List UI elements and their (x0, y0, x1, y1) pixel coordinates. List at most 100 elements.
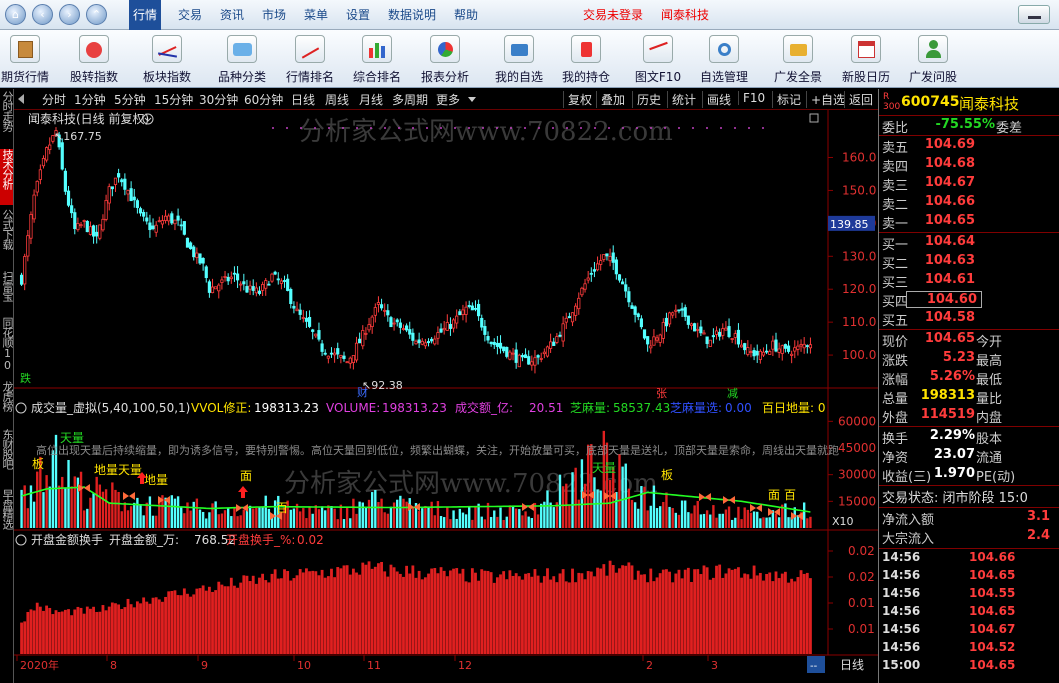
period-label-button[interactable]: 日线 (840, 658, 864, 672)
candle-body (430, 338, 434, 342)
candle-mark: 财 (357, 385, 368, 399)
period-1min[interactable]: 1分钟 (74, 91, 106, 108)
vtab-formula-download[interactable]: 公式下载 (0, 209, 14, 265)
volume-bar (48, 486, 51, 528)
collapse-icon[interactable]: ⌃ (86, 4, 107, 25)
back-icon[interactable]: ‹ (32, 4, 53, 25)
candle-body (721, 328, 725, 336)
toolbar-sector-index-button[interactable]: 板块指数 (134, 30, 200, 88)
toolbar-ipo-calendar-button[interactable]: 新股日历 (833, 30, 899, 88)
volume-bar (92, 493, 95, 528)
home-icon[interactable]: ⌂ (5, 4, 26, 25)
period-daily[interactable]: 日线 (291, 91, 315, 108)
minimize-button[interactable] (1018, 5, 1050, 24)
period-timeshare[interactable]: 分时 (42, 91, 66, 108)
vtab-dragon-tiger[interactable]: 龙虎榜 (0, 381, 14, 423)
turnover-bar (57, 612, 61, 654)
volume-bar (374, 490, 377, 528)
turnover-bar (605, 575, 609, 654)
volume-bar (743, 507, 746, 528)
finance-row: 收益(三) 1.970 PE(动) (882, 466, 1016, 485)
volume-bar (586, 444, 590, 528)
toolbar-report-button[interactable]: 报表分析 (412, 30, 478, 88)
toolbar-ask-button[interactable]: 广发问股 (900, 30, 966, 88)
tool-add-watch[interactable]: +自选 (806, 91, 845, 108)
menu-market[interactable]: 市场 (258, 0, 290, 30)
tool-overlay[interactable]: 叠加 (596, 91, 625, 108)
turnover-bar (696, 569, 700, 654)
toolbar-futures-button[interactable]: 期货行情 (0, 30, 58, 88)
vtab-ths10[interactable]: 同花顺10 (0, 317, 14, 373)
left-vertical-tabs: 分时走势 技术分析 公式下载 扫雷宝 同花顺10 龙虎榜 东财股吧 早盘精选 (0, 89, 14, 683)
candle-body (217, 284, 221, 292)
tool-adjust[interactable]: 复权 (563, 91, 592, 108)
turnover-bar (148, 603, 152, 654)
scroll-left-icon[interactable] (18, 94, 24, 104)
menu-trade[interactable]: 交易 (174, 0, 206, 30)
candle-body (652, 336, 656, 346)
tool-draw[interactable]: 画线 (702, 91, 731, 108)
turnover-bar (198, 588, 202, 654)
volume-bar (774, 513, 778, 528)
period-15min[interactable]: 15分钟 (154, 91, 193, 108)
menu-news[interactable]: 资讯 (216, 0, 248, 30)
toolbar-category-button[interactable]: 品种分类 (209, 30, 275, 88)
volume-bar (468, 507, 471, 528)
volume-bar (233, 508, 236, 528)
vtab-intraday[interactable]: 分时走势 (0, 91, 14, 147)
menu-data-info[interactable]: 数据说明 (384, 0, 440, 30)
vtab-minesweeper[interactable]: 扫雷宝 (0, 271, 14, 313)
toolbar-overview-button[interactable]: 广发全景 (765, 30, 831, 88)
turnover-bar (120, 609, 124, 654)
toolbar-composite-ranking-button[interactable]: 综合排名 (344, 30, 410, 88)
tool-back[interactable]: 返回 (844, 91, 873, 108)
tool-f10[interactable]: F10 (738, 91, 765, 105)
turnover-bar (386, 576, 390, 654)
turnover-bar (495, 577, 499, 654)
toolbar-ranking-button[interactable]: 行情排名 (277, 30, 343, 88)
volume-bar (42, 492, 45, 528)
toolbar-watchlist-manage-button[interactable]: 自选管理 (691, 30, 757, 88)
period-5min[interactable]: 5分钟 (114, 91, 146, 108)
candle-body (195, 252, 199, 258)
forward-icon[interactable]: › (59, 4, 80, 25)
period-weekly[interactable]: 周线 (325, 91, 349, 108)
menu-help[interactable]: 帮助 (450, 0, 482, 30)
turnover-bar (724, 573, 728, 654)
toolbar-f10-button[interactable]: 图文F10 (625, 30, 691, 88)
candle-body (514, 349, 518, 363)
menu-menu[interactable]: 菜单 (300, 0, 332, 30)
period-multi[interactable]: 多周期 (392, 91, 428, 108)
period-more-chevron-icon[interactable] (468, 97, 476, 102)
candle-body (592, 269, 597, 272)
turnover-bar (323, 577, 327, 654)
period-monthly[interactable]: 月线 (359, 91, 383, 108)
period-more[interactable]: 更多 (436, 91, 460, 108)
volume-bar (540, 503, 543, 528)
vtab-technical[interactable]: 技术分析 (0, 149, 14, 205)
stock-chart[interactable]: 分析家公式网www.70822.com 分析家公式网www.70822.com … (14, 110, 878, 674)
volume-bar (502, 519, 505, 528)
candle-body (254, 287, 258, 294)
toolbar-holdings-button[interactable]: 我的持仓 (553, 30, 619, 88)
toolbar-share-transfer-button[interactable]: 股转指数 (61, 30, 127, 88)
trade-login-status[interactable]: 交易未登录 (583, 0, 643, 30)
volume-bar (655, 508, 659, 528)
candle-body (383, 309, 387, 312)
toolbar-watchlist-button[interactable]: 我的自选 (486, 30, 552, 88)
period-30min[interactable]: 30分钟 (199, 91, 238, 108)
vtab-forum[interactable]: 东财股吧 (0, 429, 14, 485)
turnover-bar (264, 580, 268, 654)
bid-row: 买五 104.58 (882, 310, 975, 329)
tool-history[interactable]: 历史 (632, 91, 661, 108)
vvol-value: 198313.23 (254, 401, 319, 415)
candle-body (567, 316, 571, 319)
turnover-bar (38, 606, 42, 654)
tool-mark[interactable]: 标记 (772, 91, 801, 108)
menu-settings[interactable]: 设置 (342, 0, 374, 30)
tool-stats[interactable]: 统计 (667, 91, 696, 108)
menu-quotes[interactable]: 行情 (129, 0, 162, 30)
vtab-morning-pick[interactable]: 早盘精选 (0, 489, 14, 545)
price-tick-label: 120.0 (842, 282, 876, 296)
period-60min[interactable]: 60分钟 (244, 91, 283, 108)
